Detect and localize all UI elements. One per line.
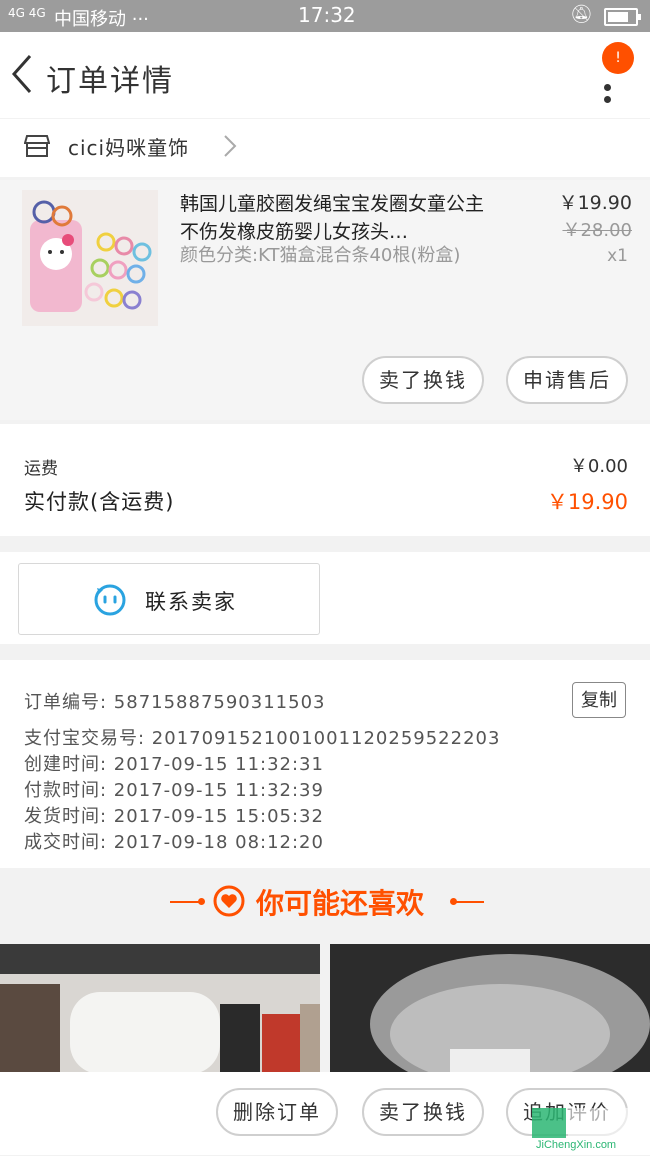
page-title: 订单详情	[46, 64, 174, 99]
shipped-time: 发货时间: 2017-09-15 15:05:32	[24, 806, 324, 827]
delete-order-button[interactable]: 删除订单	[216, 1088, 338, 1136]
back-button[interactable]	[6, 50, 46, 98]
notification-badge: !	[602, 42, 634, 74]
battery-icon	[604, 8, 641, 26]
product-image	[22, 190, 158, 326]
product-sku: 颜色分类:KT猫盒混合条40根(粉盒)	[180, 245, 461, 266]
recommend-item-image[interactable]	[0, 944, 320, 1074]
product-price: ￥19.90	[558, 192, 632, 214]
product-original-price: ￥28.00	[562, 220, 632, 241]
chevron-right-icon	[224, 135, 237, 157]
contact-section: 联系卖家	[0, 552, 650, 644]
carrier-name: 中国移动 ···	[54, 9, 149, 30]
paid-time: 付款时间: 2017-09-15 11:32:39	[24, 780, 324, 801]
product-card[interactable]: 韩国儿童胶圈发绳宝宝发圈女童公主不伤发橡皮筋婴儿女孩头… 颜色分类:KT猫盒混合…	[0, 180, 650, 420]
watermark-text: JiChengXin.com	[536, 1139, 616, 1151]
copy-button[interactable]: 复制	[572, 682, 626, 718]
price-summary: 运费 ￥0.00 实付款(含运费) ￥19.90	[0, 424, 650, 536]
order-number: 订单编号: 58715887590311503	[24, 692, 326, 713]
divider	[452, 901, 484, 903]
sell-again-button[interactable]: 卖了换钱	[362, 356, 484, 404]
chat-face-icon	[94, 584, 126, 616]
shop-row[interactable]: cici妈咪童饰	[0, 119, 650, 177]
heart-icon	[213, 885, 245, 917]
total-label: 实付款(含运费)	[24, 490, 175, 514]
status-bar: 4G 4G 中国移动 ··· 17:32 🔕︎	[0, 0, 650, 32]
alipay-number: 支付宝交易号: 2017091521001001120259522203	[24, 728, 501, 749]
product-quantity: x1	[607, 246, 628, 266]
contact-seller-label: 联系卖家	[145, 590, 237, 614]
mute-bell-icon: 🔕︎	[570, 4, 593, 25]
watermark: JiChengXin.com	[530, 1106, 650, 1152]
recommend-title: 你可能还喜欢	[256, 887, 425, 920]
contact-seller-button[interactable]: 联系卖家	[18, 563, 320, 635]
clock: 17:32	[298, 3, 356, 27]
recommend-item-image[interactable]	[330, 944, 650, 1074]
chevron-left-icon	[11, 55, 32, 93]
app-header: 订单详情 !	[0, 32, 650, 118]
created-time: 创建时间: 2017-09-15 11:32:31	[24, 754, 324, 775]
total-value: ￥19.90	[546, 490, 628, 514]
freight-label: 运费	[24, 459, 58, 479]
signal-indicator: 4G 4G	[8, 6, 46, 20]
shop-name: cici妈咪童饰	[68, 136, 190, 160]
completed-time: 成交时间: 2017-09-18 08:12:20	[24, 832, 324, 853]
product-title: 韩国儿童胶圈发绳宝宝发圈女童公主不伤发橡皮筋婴儿女孩头…	[180, 193, 485, 243]
store-icon	[24, 135, 50, 157]
after-sale-button[interactable]: 申请售后	[506, 356, 628, 404]
recommend-header: 你可能还喜欢	[0, 870, 650, 936]
sell-again-button[interactable]: 卖了换钱	[362, 1088, 484, 1136]
freight-value: ￥0.00	[569, 456, 628, 477]
order-info: 订单编号: 58715887590311503 复制 支付宝交易号: 20170…	[0, 660, 650, 868]
divider-dot	[198, 898, 205, 905]
